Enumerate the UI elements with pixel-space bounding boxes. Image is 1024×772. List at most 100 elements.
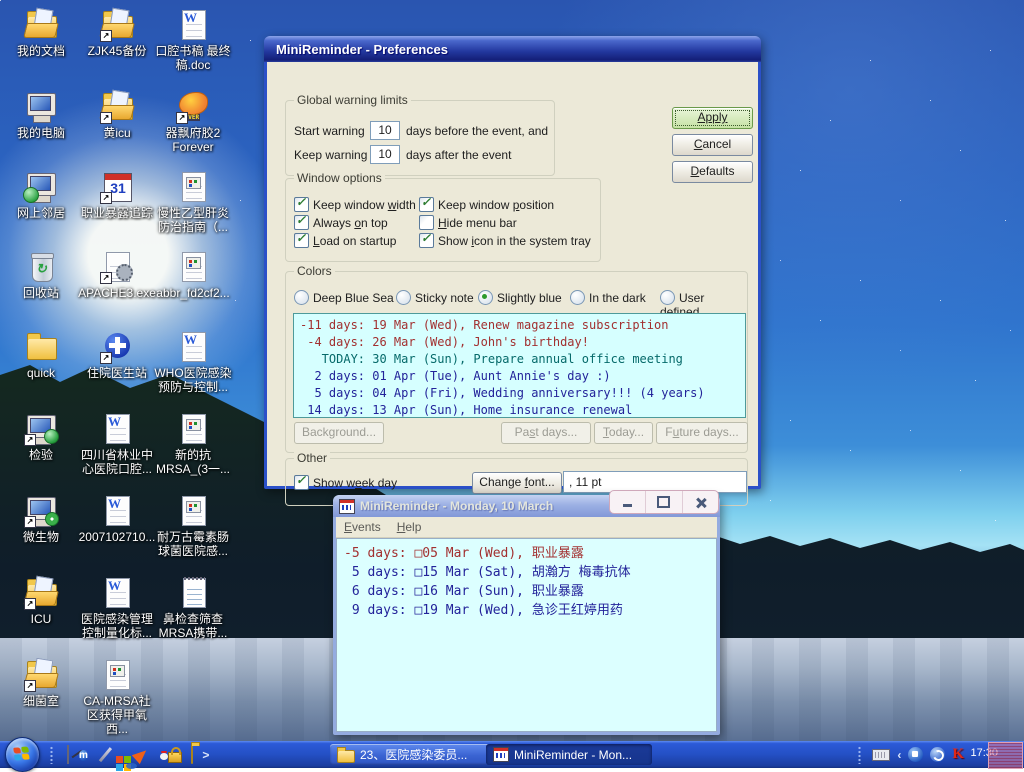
preview-line: 14 days: 13 Apr (Sun), Home insurance re… [300,402,745,418]
desktop-icon-network[interactable]: 网上邻居 [2,170,80,220]
desktop-icon-word[interactable]: W2007102710... [78,494,156,544]
tray-grip [858,746,861,764]
stylus-pen-icon[interactable] [97,746,107,763]
messenger-tray-icon[interactable] [930,747,945,762]
past-days-button[interactable]: Past days... [501,422,591,444]
checkbox-option[interactable]: Keep window position [419,197,554,212]
folder-icon[interactable] [191,746,193,764]
desktop-icon-computerOrb[interactable]: ↗检验 [2,412,80,462]
quick-launch: m> [46,741,209,768]
color-radio-slightly-blue[interactable]: Slightly blue [478,290,562,305]
maximize-button[interactable] [646,491,682,513]
flashget-icon[interactable] [133,747,147,762]
overflow-chevron-icon[interactable]: > [202,748,209,762]
desktop-icon-label: 新的抗MRSA_(3一... [154,448,232,476]
desktop-icon-folderOpen[interactable]: ↗ICU [2,576,80,626]
network-tray-icon[interactable] [908,747,923,762]
start-button[interactable] [5,737,40,772]
checkbox-box [294,197,309,212]
htmldoc-icon [175,250,211,284]
desktop-icon-label: 四川省林业中心医院口腔... [78,448,156,476]
desktop-icon-htmldoc[interactable]: 新的抗MRSA_(3一... [154,412,232,476]
future-days-button[interactable]: Future days... [656,422,748,444]
folderOpen-icon: ↗ [23,576,59,610]
desktop-icon-computerCd[interactable]: ↗微生物 [2,494,80,544]
kingsoft-tray-icon[interactable]: K [952,746,964,763]
desktop-icon-htmldoc[interactable]: abbr_fd2cf2... [154,250,232,300]
checkbox-label: Load on startup [313,234,396,248]
reminder-list: -5 days: □05 Mar (Wed), 职业暴露 5 days: □15… [336,538,717,732]
calendar-icon: 31↗ [99,170,135,204]
checkbox-option[interactable]: Keep window width [294,197,416,212]
folderOpen-icon [23,8,59,42]
task-button-minireminder[interactable]: MiniReminder - Mon... [486,744,652,765]
preferences-titlebar[interactable]: MiniReminder - Preferences [264,36,761,62]
checkbox-option[interactable]: Show icon in the system tray [419,233,591,248]
desktop-icon-notepad[interactable]: 鼻检查筛查MRSA携带... [154,576,232,640]
cancel-button[interactable]: Cancel [672,134,753,156]
checkbox-option[interactable]: Hide menu bar [419,215,517,230]
desktop-icon-htmldoc[interactable]: 慢性乙型肝炎防治指南（... [154,170,232,234]
radio-label: Slightly blue [497,291,562,305]
desktop-icon-word[interactable]: W口腔书稿 最终稿.doc [154,8,232,72]
checkbox-option[interactable]: Always on top [294,215,388,230]
task-button-folder[interactable]: 23、医院感染委员... [330,744,496,765]
preview-line: 5 days: 04 Apr (Fri), Wedding anniversar… [300,385,745,402]
shortcut-arrow-icon: ↗ [24,680,36,692]
desktop-icon-word[interactable]: W四川省林业中心医院口腔... [78,412,156,476]
desktop-icon-cross[interactable]: ↗住院医生站 [78,330,156,380]
close-button[interactable] [683,491,718,513]
desktop-icon-calendar[interactable]: 31↗职业暴露追踪 [78,170,156,220]
keep-warning-input[interactable]: 10 [370,145,400,164]
desktop-icon-computer[interactable]: 我的电脑 [2,90,80,140]
desktop-icon-folder[interactable]: quick [2,330,80,380]
menu-item-help[interactable]: Help [389,518,430,536]
background-button[interactable]: Background... [294,422,384,444]
word-icon: W [99,412,135,446]
desktop-icon-folderOpen[interactable]: ↗黄icu [78,90,156,140]
checkbox-box [419,233,434,248]
apply-button[interactable]: Apply [672,107,753,129]
minimize-button[interactable] [610,491,646,513]
checkbox-box [294,233,309,248]
show-week-day-checkbox[interactable]: Show week day [294,475,397,490]
network-icon [23,170,59,204]
htmldoc-icon [99,658,135,692]
defaults-button[interactable]: Defaults [672,161,753,183]
desktop-icon-htmldoc[interactable]: CA-MRSA社区获得甲氧西... [78,658,156,736]
desktop-icon-htmldoc[interactable]: 耐万古霉素肠球菌医院感... [154,494,232,558]
maxthon-browser-icon[interactable]: m [79,745,88,764]
task-button-label: 23、医院感染委员... [360,746,467,763]
menu-item-events[interactable]: Events [336,518,389,536]
desktop-icon-word[interactable]: W医院感染管理控制量化标... [78,576,156,640]
desktop-icon-exe[interactable]: ↗APACHE3.exe [78,250,156,300]
start-warning-input[interactable]: 10 [370,121,400,140]
checkbox-box [419,215,434,230]
preferences-dialog: MiniReminder - Preferences Global warnin… [264,36,761,489]
recycle-icon [23,250,59,284]
desktop-icon-folderOpen[interactable]: ↗细菌室 [2,658,80,708]
desktop-icon-fish[interactable]: REVER↗器飘府胶2 Forever [154,90,232,154]
desktop-icon-folderOpen[interactable]: ↗ZJK45备份 [78,8,156,58]
checkbox-box [294,215,309,230]
today-button[interactable]: Today... [594,422,653,444]
color-radio-in-the-dark[interactable]: In the dark [570,290,646,305]
stars [0,0,1,1]
desktop-icon-label: 耐万古霉素肠球菌医院感... [154,530,232,558]
desktop-icon-folderOpen[interactable]: 我的文档 [2,8,80,58]
minimize-icon [623,504,632,507]
lunar-calendar-overlay[interactable] [988,742,1023,769]
desktop-icon-recycle[interactable]: 回收站 [2,250,80,300]
collapse-chevron-icon[interactable]: ‹ [897,748,901,762]
keyboard-layout-icon[interactable] [872,749,890,761]
change-font-button[interactable]: Change font... [472,472,562,494]
color-radio-sticky-note[interactable]: Sticky note [396,290,474,305]
qq-messenger-icon[interactable] [156,746,157,764]
checkbox-option[interactable]: Load on startup [294,233,396,248]
desktop-icon-label: 微生物 [2,530,80,544]
color-radio-deep-blue-sea[interactable]: Deep Blue Sea [294,290,394,305]
lock-icon[interactable] [166,746,182,763]
show-desktop-icon[interactable] [66,746,70,764]
task-button-label: MiniReminder - Mon... [514,748,632,762]
desktop-icon-word[interactable]: WWHO医院感染预防与控制... [154,330,232,394]
